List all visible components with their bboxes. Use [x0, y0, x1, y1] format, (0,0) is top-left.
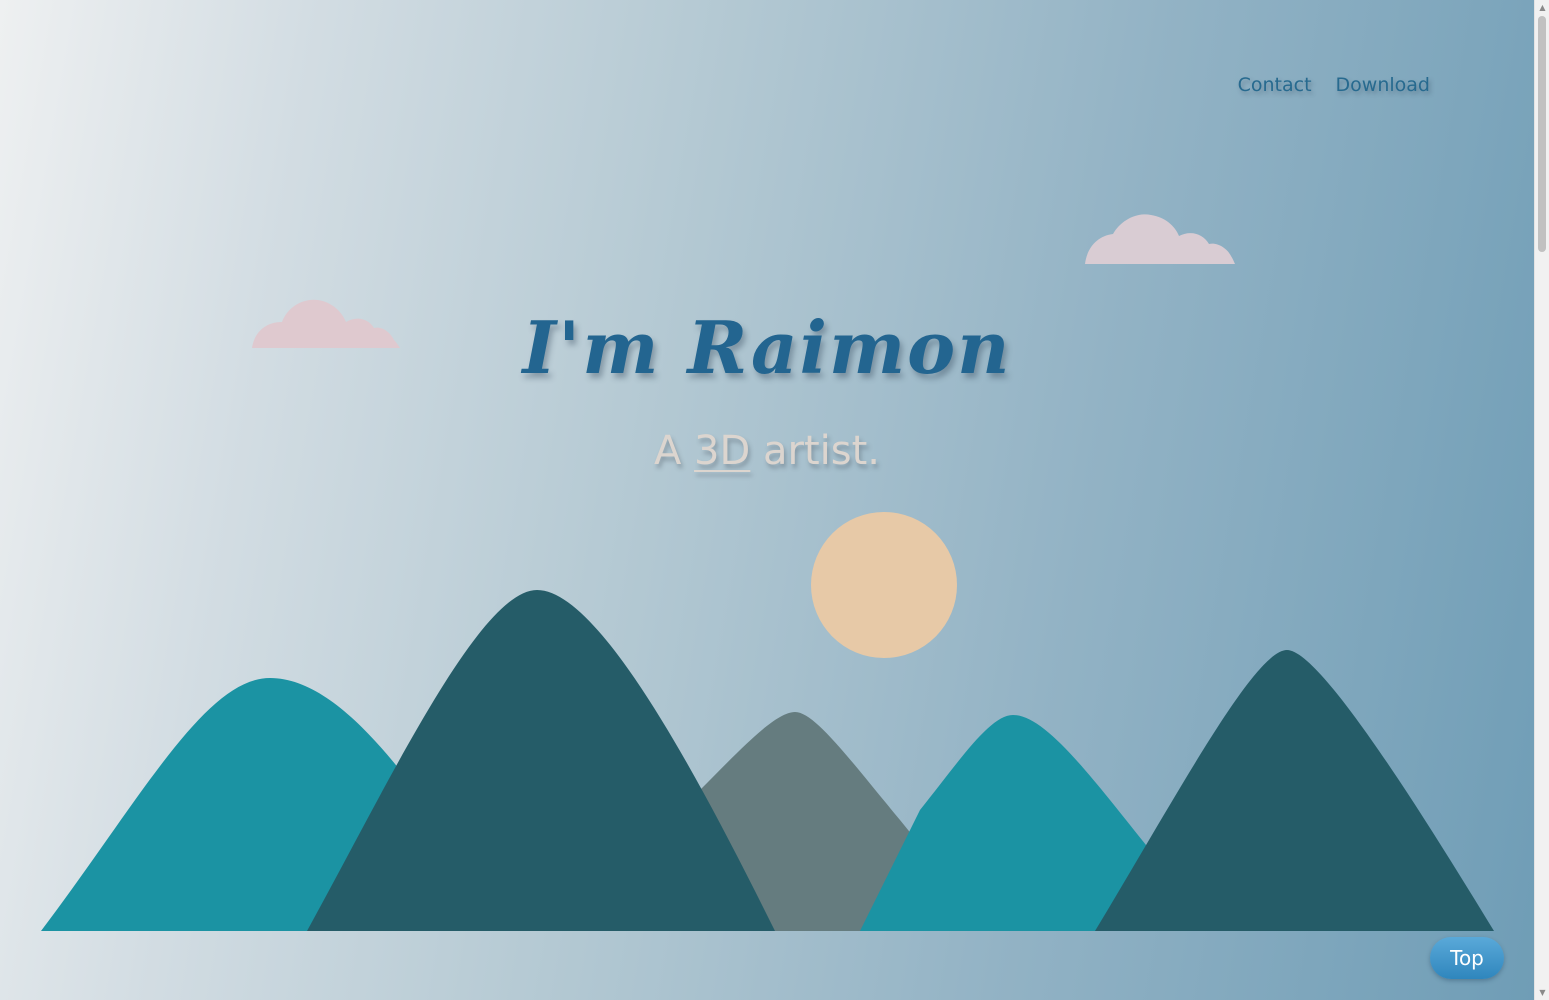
mountain-dark-right — [1095, 650, 1494, 931]
subtitle-prefix: A — [653, 428, 695, 474]
subtitle-highlight-link[interactable]: 3D — [694, 428, 750, 474]
mountains-illustration — [41, 590, 1494, 931]
page-background: Contact Download I'm Raimon A 3D artist.… — [0, 0, 1534, 1000]
scroll-down-arrow-icon[interactable]: ▼ — [1535, 985, 1549, 1000]
subtitle-suffix: artist. — [750, 428, 881, 474]
nav-link-contact[interactable]: Contact — [1238, 74, 1312, 96]
hero-title: I'm Raimon — [522, 305, 1012, 390]
hero-subtitle: A 3D artist. — [0, 428, 1534, 474]
vertical-scrollbar[interactable]: ▲ ▼ — [1534, 0, 1549, 1000]
scrollbar-thumb[interactable] — [1538, 16, 1546, 252]
scroll-to-top-button[interactable]: Top — [1430, 937, 1504, 979]
nav-link-download[interactable]: Download — [1336, 74, 1430, 96]
scroll-up-arrow-icon[interactable]: ▲ — [1535, 0, 1549, 15]
top-nav: Contact Download — [1238, 74, 1430, 96]
